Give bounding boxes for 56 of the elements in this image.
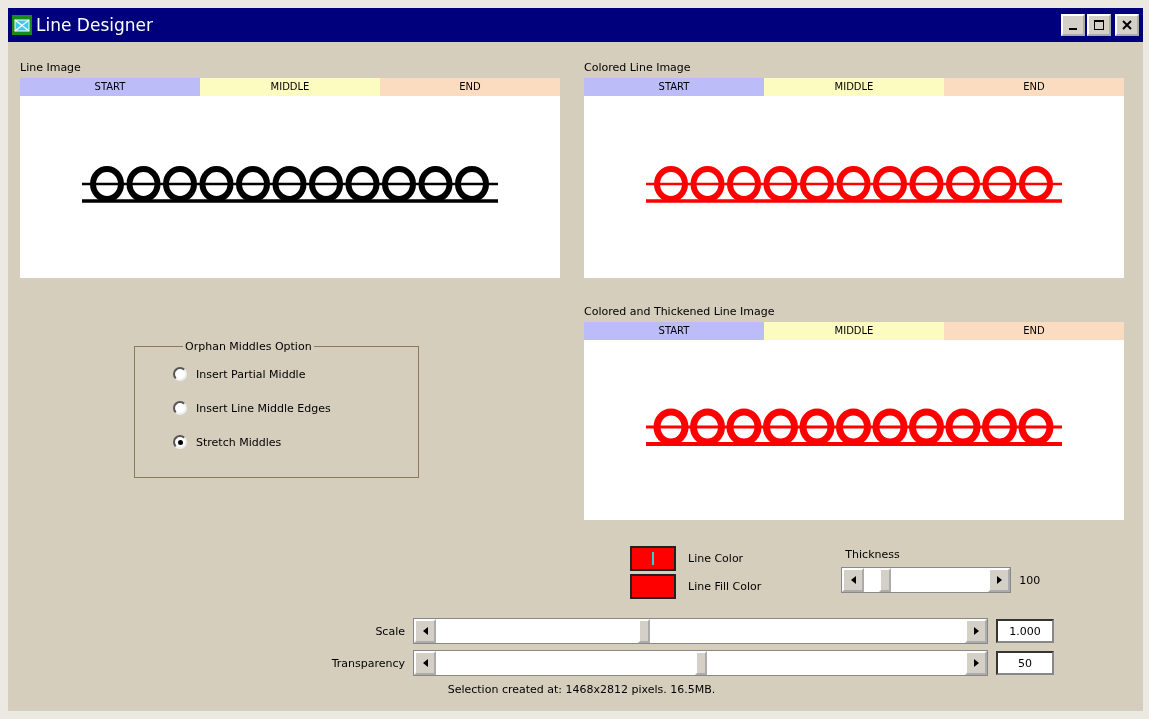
window-title: Line Designer [36, 15, 153, 35]
radio-button[interactable] [173, 367, 187, 381]
left-arrow-button[interactable] [414, 619, 436, 643]
color-label: Line Color [688, 552, 744, 565]
slider-label: Transparency [330, 656, 406, 670]
slider[interactable] [413, 618, 988, 644]
maximize-button[interactable] [1087, 14, 1111, 36]
thickness-slider[interactable] [841, 567, 1012, 593]
color-swatch[interactable] [630, 574, 676, 599]
right-arrow-button[interactable] [988, 568, 1011, 592]
panel-title: Line Image [20, 60, 82, 76]
status-text: Selection created at: 1468x2812 pixels. 16.5MB. [446, 683, 717, 696]
color-swatch[interactable] [630, 546, 676, 571]
segment-header: MIDDLE [764, 322, 944, 340]
close-icon [1122, 20, 1132, 30]
value-field[interactable]: 1.000 [996, 619, 1054, 643]
left-arrow-button[interactable] [414, 651, 436, 675]
maximize-icon [1094, 20, 1104, 30]
envelope-icon [12, 15, 32, 35]
minimize-icon [1069, 28, 1077, 30]
right-arrow-icon [996, 576, 1002, 584]
radio-button[interactable] [173, 401, 187, 415]
radio-option[interactable]: Stretch Middles [173, 425, 418, 459]
minimize-button[interactable] [1061, 14, 1085, 36]
right-arrow-icon [973, 627, 979, 635]
group-title: Orphan Middles Option [184, 340, 313, 353]
slider-label: Scale [374, 624, 406, 638]
slider-thumb[interactable] [694, 651, 707, 675]
segment-header: END [944, 78, 1124, 96]
panel-title: Colored and Thickened Line Image [584, 304, 776, 320]
radio-button[interactable] [173, 435, 187, 449]
left-arrow-icon [850, 576, 856, 584]
thickness-label: Thickness [845, 548, 901, 561]
radio-option[interactable]: Insert Partial Middle [173, 357, 418, 391]
left-arrow-button[interactable] [842, 568, 865, 592]
radio-option[interactable]: Insert Line Middle Edges [173, 391, 418, 425]
right-arrow-button[interactable] [965, 651, 987, 675]
right-arrow-button[interactable] [965, 619, 987, 643]
left-arrow-icon [422, 659, 428, 667]
left-arrow-icon [422, 627, 428, 635]
segment-header: START [20, 78, 200, 96]
segment-header: MIDDLE [764, 78, 944, 96]
thickness-value: 100 [1019, 573, 1041, 587]
segment-header: END [944, 322, 1124, 340]
segment-header: START [584, 78, 764, 96]
segment-header: MIDDLE [200, 78, 380, 96]
slider-thumb[interactable] [878, 568, 891, 592]
color-label: Line Fill Color [688, 580, 762, 593]
panel-title: Colored Line Image [584, 60, 692, 76]
value-field[interactable]: 50 [996, 651, 1054, 675]
close-button[interactable] [1115, 14, 1139, 36]
right-arrow-icon [973, 659, 979, 667]
slider[interactable] [413, 650, 988, 676]
segment-header: START [584, 322, 764, 340]
slider-thumb[interactable] [637, 619, 650, 643]
segment-header: END [380, 78, 560, 96]
